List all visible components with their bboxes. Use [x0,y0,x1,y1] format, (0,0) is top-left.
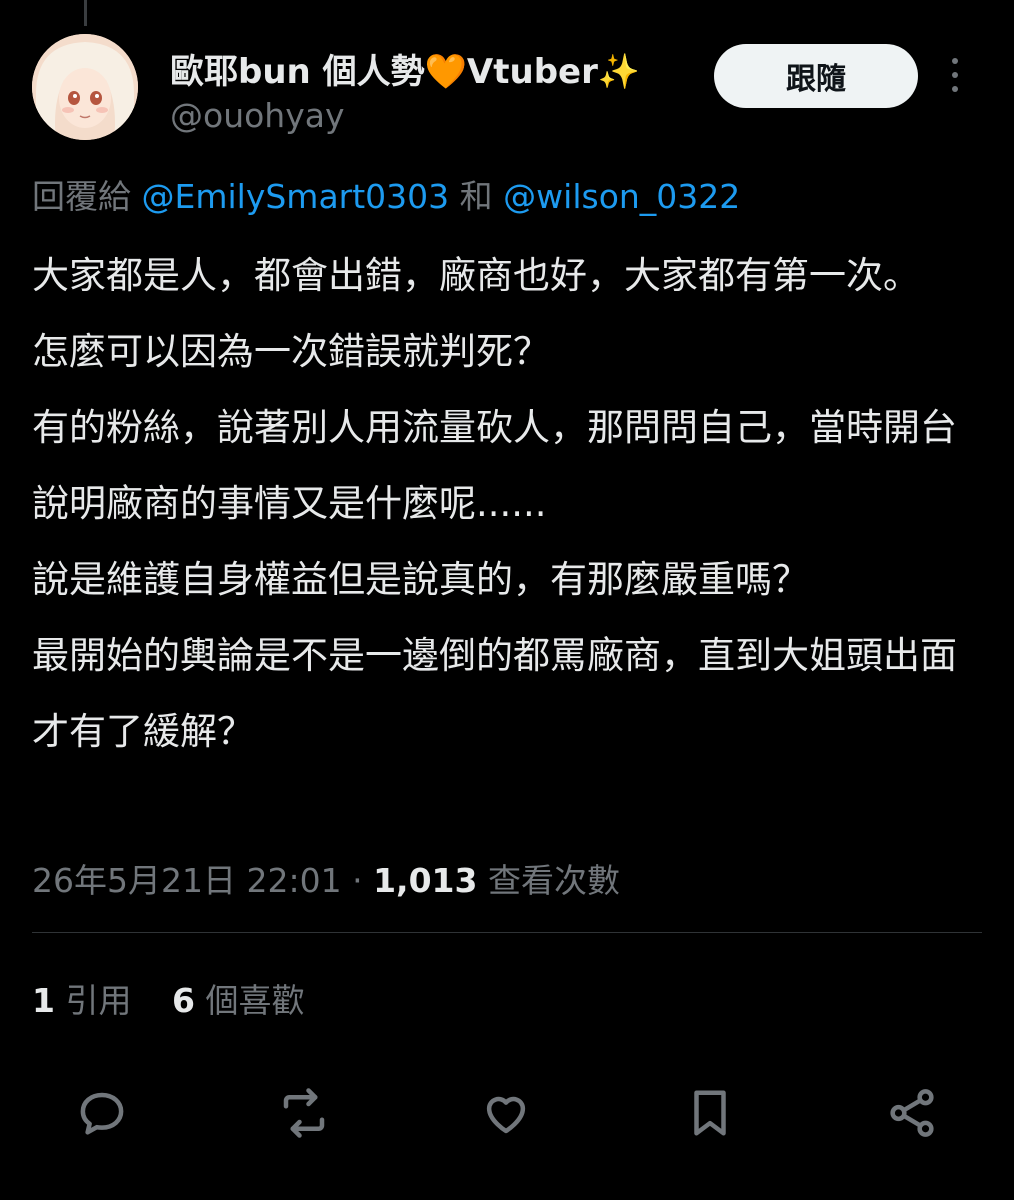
tweet-line: 說是維護自身權益但是說真的，有那麼嚴重嗎？ [32,558,809,601]
avatar-illustration [32,34,138,140]
likes-count: 6 [171,981,195,1020]
follow-button[interactable]: 跟隨 [714,44,918,108]
mention-link-wilson[interactable]: @wilson_0322 [503,177,740,216]
user-handle[interactable]: @ouohyay [170,96,345,135]
tweet-line: 最開始的輿論是不是一邊倒的都罵廠商，直到大姐頭出面才有了緩解？ [32,634,957,753]
reply-icon[interactable] [72,1078,132,1148]
quotes-stat[interactable]: 1 引用 [32,974,131,1022]
tweet-line: 怎麼可以因為一次錯誤就判死？ [32,330,550,373]
like-icon[interactable] [476,1078,536,1148]
display-name[interactable]: 歐耶bun 個人勢🧡Vtuber✨ [170,44,640,93]
divider [32,932,982,933]
replying-to-label: 回覆給 [32,177,131,216]
tweet-line: 有的粉絲，說著別人用流量砍人，那問問自己，當時開台說明廠商的事情又是什麼呢...… [32,406,957,525]
quotes-label: 引用 [65,981,132,1020]
likes-stat[interactable]: 6 個喜歡 [172,974,304,1022]
quotes-count: 1 [32,981,55,1020]
tweet-meta: 26年5月21日 22:01 · 1,013 查看次數 [32,854,620,902]
more-options-icon[interactable] [948,58,962,98]
thread-connector-line [84,0,87,26]
bookmark-icon[interactable] [680,1078,740,1148]
retweet-icon[interactable] [274,1078,334,1148]
view-count: 1,013 [373,861,478,900]
share-icon[interactable] [882,1078,942,1148]
replying-to-joiner: 和 [459,177,493,216]
likes-label: 個喜歡 [205,981,305,1020]
tweet-text: 大家都是人，都會出錯，廠商也好，大家都有第一次。 怎麼可以因為一次錯誤就判死？ … [32,238,982,770]
timestamp[interactable]: 26年5月21日 22:01 [32,861,342,900]
mention-link-emilysmart[interactable]: @EmilySmart0303 [142,177,450,216]
action-bar [0,1078,1014,1148]
avatar[interactable] [32,34,138,140]
tweet-line: 大家都是人，都會出錯，廠商也好，大家都有第一次。 [32,254,920,297]
tweet-header: 歐耶bun 個人勢🧡Vtuber✨ @ouohyay 跟隨 [32,34,1014,144]
meta-separator: · [352,861,363,900]
replying-to: 回覆給 @EmilySmart0303 和 @wilson_0322 [32,170,740,218]
view-label: 查看次數 [487,861,620,900]
engagement-stats: 1 引用 6 個喜歡 [32,974,334,1022]
